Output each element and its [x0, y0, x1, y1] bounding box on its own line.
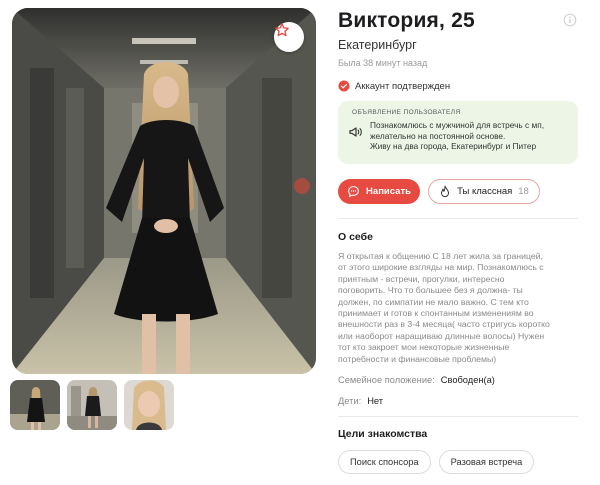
favorite-button[interactable]: [274, 22, 304, 52]
last-seen-status: Была 38 минут назад: [338, 58, 428, 68]
goals-tags: Поиск спонсора Разовая встреча: [338, 450, 535, 474]
star-icon: [275, 23, 289, 37]
check-circle-icon: [338, 80, 350, 92]
announcement-title: ОБЪЯВЛЕНИЕ ПОЛЬЗОВАТЕЛЯ: [352, 109, 461, 116]
announcement-line: Познакомлюсь с мужчиной для встречь с мп…: [370, 120, 545, 130]
announcement-line: желательно на постоянной основе.: [370, 130, 506, 141]
megaphone-icon: [349, 127, 362, 137]
verified-label: Аккаунт подтвержден: [355, 80, 451, 92]
about-line: приятным - встречи, прогулки, интересно: [338, 273, 505, 284]
thumbnail-image: [67, 380, 117, 430]
main-photo[interactable]: [12, 8, 316, 374]
about-line: от этого широкие взгляды на мир. Познако…: [338, 262, 544, 273]
profile-city: Екатеринбург: [338, 38, 417, 52]
verified-badge: Аккаунт подтвержден: [338, 80, 450, 92]
about-line: должен, по симпатии не мало важно. С тем…: [338, 296, 529, 307]
about-line: или наоборот наращиваю длинные волосы) Н…: [338, 330, 545, 341]
divider: [338, 416, 578, 417]
info-icon[interactable]: [563, 13, 577, 27]
write-message-button[interactable]: Написать: [338, 179, 420, 204]
profile-actions: Написать Ты классная 18: [338, 179, 540, 204]
about-line: Я открытая к общению С 18 лет жила за гр…: [338, 251, 543, 261]
profile-name-age: Виктория, 25: [338, 9, 475, 32]
compliment-count: 18: [518, 186, 529, 197]
kids-key: Дети:: [338, 396, 362, 406]
thumbnail-image: [124, 380, 174, 430]
flame-icon: [441, 185, 450, 197]
about-title: О себе: [338, 231, 373, 243]
announcement-line: Живу на два города, Екатеринбург и Питер: [370, 141, 537, 152]
goal-tag[interactable]: Разовая встреча: [438, 450, 535, 474]
chat-bubble-icon: [348, 186, 359, 198]
thumbnail-image: [10, 380, 60, 430]
thumbnail-1[interactable]: [10, 380, 60, 430]
marital-status-key: Семейное положение:: [338, 375, 435, 385]
thumbnail-3[interactable]: [124, 380, 174, 430]
compliment-button[interactable]: Ты классная 18: [428, 179, 540, 204]
goal-tag[interactable]: Поиск спонсора: [338, 450, 431, 474]
about-line: принимает и готов к спонтанным изменения…: [338, 308, 534, 319]
goals-title: Цели знакомства: [338, 428, 428, 440]
divider: [338, 218, 578, 219]
about-text: Я открытая к общению С 18 лет жила за гр…: [338, 251, 578, 365]
compliment-label: Ты классная: [457, 186, 513, 197]
write-message-label: Написать: [366, 186, 411, 197]
marital-status-row: Семейное положение: Свободен(а): [338, 375, 495, 385]
thumbnail-2[interactable]: [67, 380, 117, 430]
about-line: внешности раз в 3-4 месяца( часто стригу…: [338, 319, 550, 330]
about-line: поговорить. Что то большее без я должна-…: [338, 285, 523, 296]
photo-thumbnails: [10, 380, 174, 430]
about-line: потребности и финансовые проблемы): [338, 353, 497, 364]
photo-corridor-scene: [12, 8, 316, 374]
about-line: тот кто закроет мои некоторые жизненные: [338, 342, 510, 353]
kids-row: Дети: Нет: [338, 396, 383, 406]
user-announcement: ОБЪЯВЛЕНИЕ ПОЛЬЗОВАТЕЛЯ Познакомлюсь с м…: [338, 101, 578, 164]
marital-status-value: Свободен(а): [440, 375, 495, 385]
kids-value: Нет: [367, 396, 384, 406]
